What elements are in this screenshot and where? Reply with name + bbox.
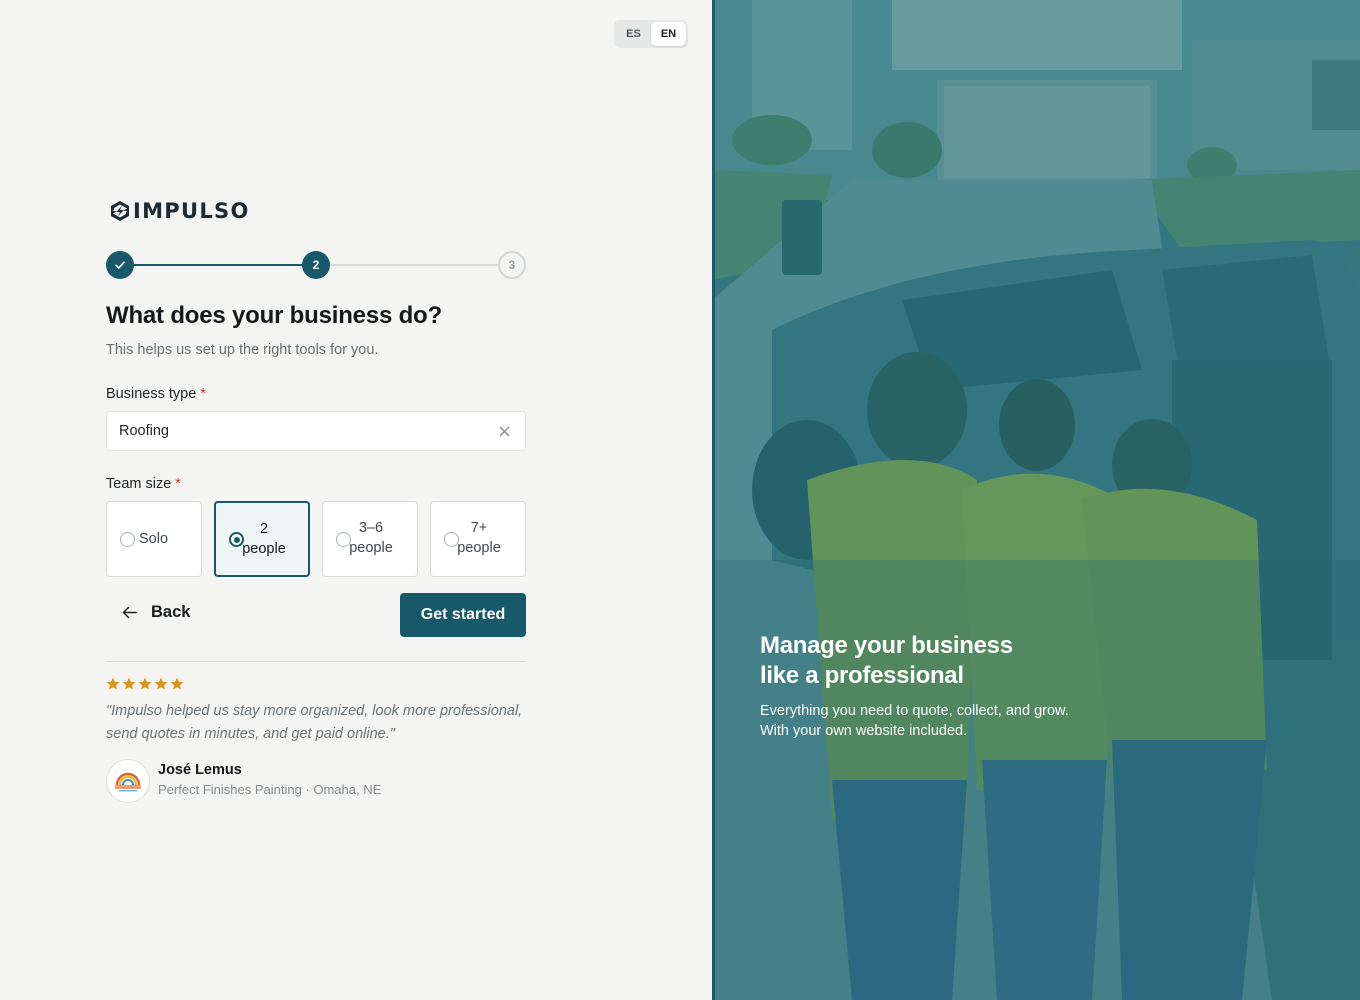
company-logo-avatar — [106, 759, 150, 803]
clear-icon[interactable] — [495, 422, 513, 440]
brand-name: IMPULSO — [133, 199, 250, 223]
page-subtitle: This helps us set up the right tools for… — [106, 342, 379, 358]
hero-subtitle-line2: With your own website included. — [760, 723, 968, 739]
business-type-select[interactable]: Roofing — [106, 411, 526, 451]
testimonial-quote: "Impulso helped us stay more organized, … — [106, 703, 523, 742]
option-label: 2 people — [240, 519, 288, 559]
reviewer-company: Perfect Finishes Painting · Omaha, NE — [158, 782, 382, 797]
team-size-option-solo[interactable]: Solo — [106, 501, 202, 577]
option-label: Solo — [139, 531, 169, 547]
check-icon — [115, 261, 125, 269]
reviewer-name: José Lemus — [158, 762, 242, 778]
panel-edge — [712, 0, 715, 1000]
company-logo-icon — [115, 772, 141, 792]
hero-subtitle-line1: Everything you need to quote, collect, a… — [760, 703, 1069, 719]
rating-stars — [106, 677, 184, 691]
hero-panel: Manage your business like a professional… — [712, 0, 1360, 1000]
hero-title: Manage your business like a professional — [760, 631, 1013, 691]
language-en-button[interactable]: EN — [651, 22, 686, 46]
signup-panel: ES EN IMPULSO 2 3 What does your busines… — [0, 0, 712, 1000]
bolt-logo-icon — [111, 201, 129, 221]
team-size-option-2-people[interactable]: 2 people — [214, 501, 310, 577]
team-size-option-7-plus-people[interactable]: 7+ people — [430, 501, 526, 577]
language-switcher: ES EN — [614, 20, 688, 48]
option-label: 3–6 people — [347, 518, 395, 558]
hero-subtitle: Everything you need to quote, collect, a… — [760, 701, 1069, 741]
business-type-label: Business type * — [106, 386, 206, 402]
option-label: 7+ people — [455, 518, 503, 558]
option-label-line1: 2 — [259, 521, 269, 537]
star-icon — [154, 677, 168, 690]
stepper-line-pending — [328, 264, 502, 266]
team-size-options: Solo 2 people 3–6 people 7+ people — [106, 501, 526, 577]
hero-title-line2: like a professional — [760, 662, 964, 689]
get-started-button[interactable]: Get started — [400, 593, 526, 637]
back-button-label: Back — [151, 603, 191, 621]
option-label-line2: people — [242, 541, 286, 557]
star-icon — [170, 677, 184, 690]
required-mark: * — [175, 476, 181, 492]
team-size-option-3-6-people[interactable]: 3–6 people — [322, 501, 418, 577]
hero-title-line1: Manage your business — [760, 632, 1013, 659]
step-3-pending: 3 — [498, 251, 526, 279]
step-1-completed — [106, 251, 134, 279]
team-size-label-text: Team size — [106, 476, 172, 492]
progress-stepper: 2 3 — [106, 251, 526, 279]
arrow-left-icon — [122, 606, 137, 619]
hero-photo — [712, 0, 1360, 1000]
step-2-current: 2 — [302, 251, 330, 279]
divider — [106, 661, 526, 662]
option-label-line1: 3–6 — [358, 520, 384, 536]
option-label-line1: 7+ — [470, 520, 488, 536]
business-type-value: Roofing — [119, 423, 169, 439]
page-title: What does your business do? — [106, 302, 442, 329]
language-es-button[interactable]: ES — [616, 22, 651, 46]
star-icon — [138, 677, 152, 690]
stepper-line-completed — [132, 264, 310, 266]
star-icon — [106, 677, 120, 690]
impulso-logo: IMPULSO — [110, 199, 250, 223]
option-label-line2: people — [349, 540, 393, 556]
radio-button[interactable] — [120, 532, 135, 547]
business-type-label-text: Business type — [106, 386, 197, 402]
required-mark: * — [200, 386, 206, 402]
star-icon — [122, 677, 136, 690]
option-label-line2: people — [457, 540, 501, 556]
back-button[interactable]: Back — [122, 603, 190, 622]
team-size-label: Team size * — [106, 476, 181, 492]
